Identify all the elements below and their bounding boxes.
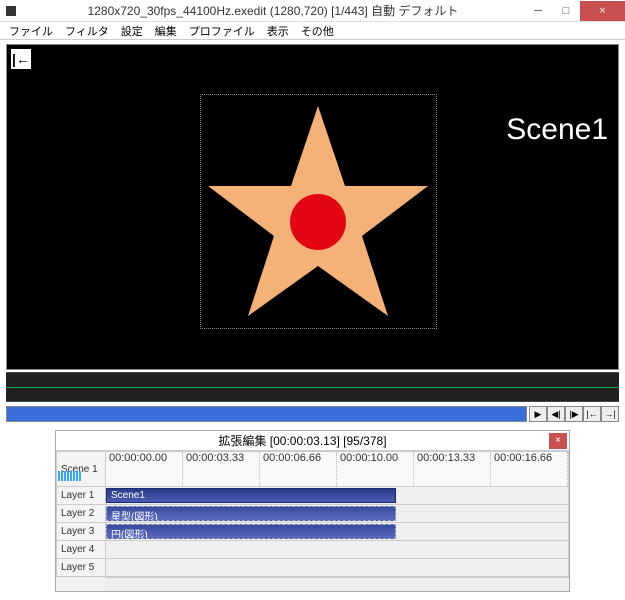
scene-selector[interactable]: Scene 1 bbox=[56, 451, 106, 487]
timeline-ruler[interactable]: 00:00:00.00 00:00:03.33 00:00:06.66 00:0… bbox=[106, 451, 569, 487]
clip-scene1[interactable]: Scene1 bbox=[106, 488, 396, 503]
ruler-tick: 00:00:06.66 bbox=[260, 452, 337, 486]
star-shape bbox=[200, 94, 437, 331]
scene-label-text: Scene1 bbox=[506, 113, 608, 147]
menu-file[interactable]: ファイル bbox=[4, 22, 58, 40]
play-button[interactable]: ▶ bbox=[529, 406, 547, 422]
layer-label-1[interactable]: Layer 1 bbox=[56, 487, 106, 505]
close-button[interactable]: × bbox=[580, 1, 625, 21]
layer-1-track[interactable]: Scene1 bbox=[106, 487, 569, 505]
menu-settings[interactable]: 設定 bbox=[116, 22, 148, 40]
window-title: 1280x720_30fps_44100Hz.exedit (1280,720)… bbox=[22, 2, 524, 19]
go-start-button[interactable]: |← bbox=[583, 406, 601, 422]
menu-edit[interactable]: 編集 bbox=[150, 22, 182, 40]
menubar: ファイル フィルタ 設定 編集 プロファイル 表示 その他 bbox=[0, 22, 625, 40]
main-titlebar: 1280x720_30fps_44100Hz.exedit (1280,720)… bbox=[0, 0, 625, 22]
menu-other[interactable]: その他 bbox=[296, 22, 339, 40]
prev-frame-button[interactable]: ◀| bbox=[547, 406, 565, 422]
seek-slider[interactable] bbox=[6, 406, 527, 422]
circle-shape bbox=[290, 194, 346, 250]
layer-label-5[interactable]: Layer 5 bbox=[56, 559, 106, 577]
timeline-window: 拡張編集 [00:00:03.13] [95/378] × Scene 1 La… bbox=[55, 430, 570, 592]
timeline-close-button[interactable]: × bbox=[549, 433, 567, 449]
clip-star[interactable]: 星型(図形) bbox=[106, 506, 396, 521]
ruler-tick: 00:00:16.66 bbox=[491, 452, 568, 486]
ruler-tick: 00:00:13.33 bbox=[414, 452, 491, 486]
layer-2-track[interactable]: 星型(図形) bbox=[106, 505, 569, 523]
layer-5-track[interactable] bbox=[106, 559, 569, 577]
menu-filter[interactable]: フィルタ bbox=[60, 22, 114, 40]
minimize-button[interactable]: ─ bbox=[524, 1, 552, 21]
layer-label-4[interactable]: Layer 4 bbox=[56, 541, 106, 559]
audio-waveform-strip[interactable] bbox=[6, 372, 619, 402]
ruler-tick: 00:00:03.33 bbox=[183, 452, 260, 486]
layer-4-track[interactable] bbox=[106, 541, 569, 559]
timeline-horizontal-scrollbar[interactable] bbox=[106, 577, 569, 591]
go-end-button[interactable]: →| bbox=[601, 406, 619, 422]
menu-view[interactable]: 表示 bbox=[262, 22, 294, 40]
preview-area[interactable]: |← Scene1 bbox=[6, 44, 619, 370]
ruler-tick: 00:00:10.00 bbox=[337, 452, 414, 486]
back-to-root-icon[interactable]: |← bbox=[11, 49, 31, 69]
clip-circle[interactable]: 円(図形) bbox=[106, 524, 396, 539]
timeline-title: 拡張編集 [00:00:03.13] [95/378] bbox=[56, 432, 549, 449]
next-frame-button[interactable]: |▶ bbox=[565, 406, 583, 422]
layer-3-track[interactable]: 円(図形) bbox=[106, 523, 569, 541]
layer-label-2[interactable]: Layer 2 bbox=[56, 505, 106, 523]
layer-label-3[interactable]: Layer 3 bbox=[56, 523, 106, 541]
vu-meter-icon bbox=[58, 471, 81, 481]
app-icon bbox=[6, 6, 16, 16]
menu-profile[interactable]: プロファイル bbox=[184, 22, 260, 40]
maximize-button[interactable]: □ bbox=[552, 1, 580, 21]
ruler-tick: 00:00:00.00 bbox=[106, 452, 183, 486]
